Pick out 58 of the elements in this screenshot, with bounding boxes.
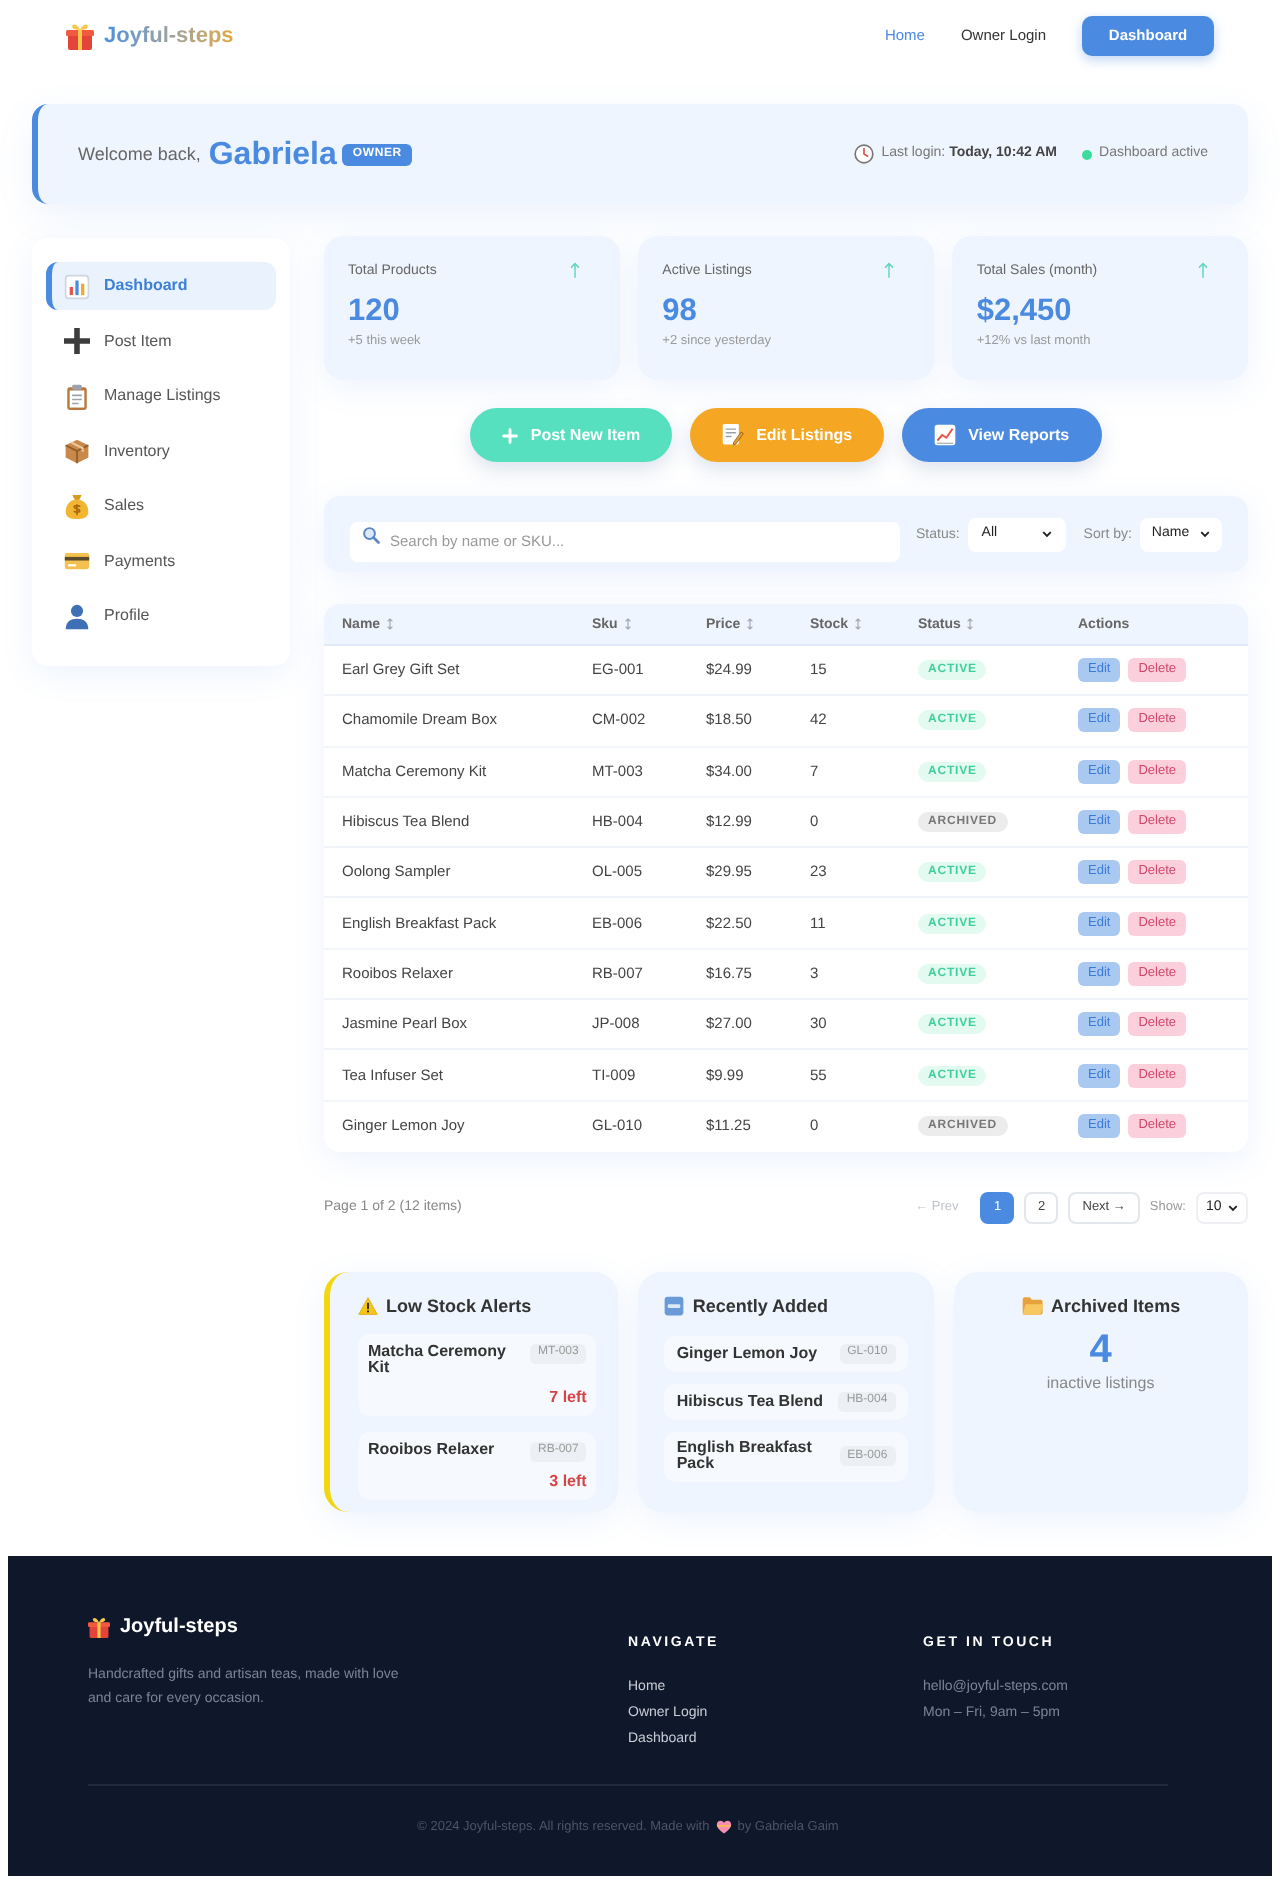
folder-icon [1021, 1295, 1044, 1316]
chevron-down-icon [1041, 530, 1052, 538]
card-title: Archived Items [1051, 1295, 1181, 1316]
heart-icon [715, 1820, 732, 1835]
footer-brand: Joyful-steps [120, 1615, 238, 1640]
bar-chart-icon [64, 273, 90, 299]
item-name: Matcha Ceremony Kit [368, 1343, 508, 1378]
sidebar-item[interactable]: Inventory [46, 427, 276, 475]
arrow-up-icon [883, 262, 894, 278]
sidebar-item[interactable]: Payments [46, 537, 276, 585]
item-name: Hibiscus Tea Blend [676, 1393, 824, 1411]
gift-icon [66, 22, 94, 50]
line-chart-icon [934, 424, 957, 446]
tile-icon [664, 1295, 685, 1316]
gift-icon [88, 1616, 110, 1639]
user-name: Gabriela [208, 135, 337, 173]
money-bag-icon [64, 493, 90, 519]
sidebar-item[interactable]: Profile [46, 592, 276, 640]
stock-note: 7 left [549, 1387, 587, 1406]
box-icon [64, 438, 90, 464]
arrow-up-icon [569, 262, 580, 278]
sidebar-item[interactable]: Post Item [46, 317, 276, 365]
item-name: Rooibos Relaxer [368, 1441, 495, 1459]
chevron-down-icon [1228, 1203, 1238, 1212]
sidebar-item[interactable]: Sales [46, 482, 276, 530]
welcome-text: Welcome back, [78, 142, 201, 166]
stat-value: 98 [662, 294, 697, 330]
credit-card-icon [64, 548, 90, 574]
item-name: English Breakfast Pack [676, 1439, 814, 1474]
action-button[interactable]: Edit Listings [690, 408, 885, 462]
search-icon [362, 525, 380, 543]
plus-icon [64, 328, 90, 354]
card-title: Low Stock Alerts [386, 1295, 532, 1316]
status-dot-icon [1081, 149, 1092, 159]
memo-icon [722, 424, 745, 446]
sort-icon [746, 618, 755, 630]
sort-icon [623, 618, 632, 630]
warning-icon [358, 1295, 378, 1316]
sort-icon [966, 618, 975, 630]
stat-value: 120 [348, 294, 400, 330]
sidebar-item[interactable]: Dashboard [46, 262, 276, 310]
sort-icon [386, 618, 395, 630]
stock-note: 3 left [549, 1471, 587, 1490]
sidebar-item[interactable]: Manage Listings [46, 372, 276, 420]
person-icon [64, 603, 90, 629]
clock-icon [853, 144, 874, 164]
item-name: Ginger Lemon Joy [676, 1345, 818, 1363]
action-button[interactable]: View Reports [902, 408, 1102, 462]
clipboard-icon [64, 383, 90, 409]
plus-icon [502, 427, 519, 443]
sort-icon [854, 618, 863, 630]
card-title: Recently Added [692, 1295, 829, 1316]
brand-logo[interactable]: Joyful-steps [104, 22, 234, 50]
arrow-up-icon [1198, 262, 1208, 278]
chevron-down-icon [1199, 530, 1210, 538]
stat-value: $2,450 [976, 294, 1072, 330]
archived-caption: inactive listings [1046, 1373, 1155, 1394]
archived-count: 4 [1089, 1327, 1112, 1372]
